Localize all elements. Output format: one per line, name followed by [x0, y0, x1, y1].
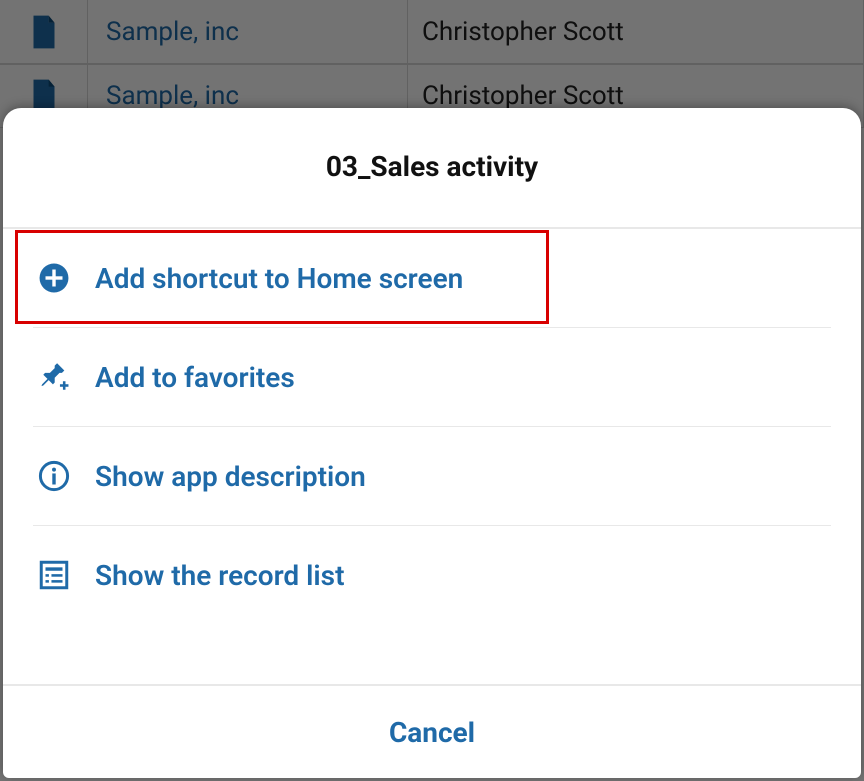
menu-item-label: Add to favorites: [95, 361, 295, 394]
app-root: Sample, inc Christopher Scott Sample, in…: [0, 0, 864, 781]
cancel-button[interactable]: Cancel: [3, 684, 861, 778]
menu-item-label: Add shortcut to Home screen: [95, 262, 463, 295]
add-shortcut-item[interactable]: Add shortcut to Home screen: [33, 229, 831, 328]
plus-circle-icon: [35, 259, 73, 297]
menu-list: Add shortcut to Home screen Add to favor: [3, 229, 861, 624]
info-circle-icon: [35, 457, 73, 495]
show-app-description-item[interactable]: Show app description: [33, 427, 831, 526]
pin-plus-icon: [35, 358, 73, 396]
cancel-label: Cancel: [389, 716, 475, 749]
menu-item-label: Show app description: [95, 460, 366, 493]
sheet-title: 03_Sales activity: [3, 108, 861, 229]
add-to-favorites-item[interactable]: Add to favorites: [33, 328, 831, 427]
list-box-icon: [35, 556, 73, 594]
action-sheet: 03_Sales activity Add shortcut to Home s…: [3, 108, 861, 778]
menu-item-label: Show the record list: [95, 559, 344, 592]
show-record-list-item[interactable]: Show the record list: [33, 526, 831, 624]
